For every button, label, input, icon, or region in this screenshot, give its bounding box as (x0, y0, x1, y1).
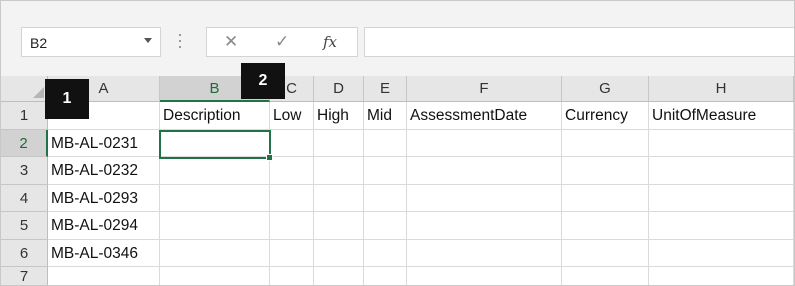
cell-c4[interactable] (270, 185, 314, 212)
cell-f2[interactable] (407, 130, 562, 157)
cell-a6[interactable]: MB-AL-0346 (48, 240, 160, 267)
callout-badge-2: 2 (241, 63, 285, 99)
cell-h7[interactable] (649, 267, 794, 285)
row-header-7[interactable]: 7 (1, 267, 48, 285)
name-box[interactable]: B2 (21, 27, 161, 57)
active-cell-outline (159, 130, 273, 161)
cell-f4[interactable] (407, 185, 562, 212)
row-header-4[interactable]: 4 (1, 185, 48, 212)
worksheet-grid[interactable]: A B C D E F G H 1 Description Low High Mid Assessment… (1, 76, 794, 285)
cell-d1[interactable]: High (314, 102, 364, 130)
cell-b5[interactable] (160, 212, 270, 240)
formula-buttons: ✕ ✓ fx (206, 27, 358, 57)
cell-d5[interactable] (314, 212, 364, 240)
chevron-down-icon[interactable] (144, 38, 152, 43)
cell-f5[interactable] (407, 212, 562, 240)
cell-f7[interactable] (407, 267, 562, 285)
cell-h1[interactable]: UnitOfMeasure (649, 102, 794, 130)
cell-b4[interactable] (160, 185, 270, 212)
cell-e4[interactable] (364, 185, 407, 212)
row-header-6[interactable]: 6 (1, 240, 48, 267)
name-box-value: B2 (30, 35, 48, 51)
cell-c5[interactable] (270, 212, 314, 240)
cell-d6[interactable] (314, 240, 364, 267)
cell-e7[interactable] (364, 267, 407, 285)
cell-d2[interactable] (314, 130, 364, 157)
cell-g1[interactable]: Currency (562, 102, 649, 130)
cell-c7[interactable] (270, 267, 314, 285)
cell-e5[interactable] (364, 212, 407, 240)
cell-h6[interactable] (649, 240, 794, 267)
cell-a3[interactable]: MB-AL-0232 (48, 157, 160, 185)
cell-b1[interactable]: Description (160, 102, 270, 130)
column-header-f[interactable]: F (407, 76, 562, 102)
cell-a5[interactable]: MB-AL-0294 (48, 212, 160, 240)
cell-g3[interactable] (562, 157, 649, 185)
cell-c2[interactable] (270, 130, 314, 157)
cell-g7[interactable] (562, 267, 649, 285)
cell-h3[interactable] (649, 157, 794, 185)
cell-h2[interactable] (649, 130, 794, 157)
row-header-3[interactable]: 3 (1, 157, 48, 185)
cell-h4[interactable] (649, 185, 794, 212)
cell-g6[interactable] (562, 240, 649, 267)
column-header-g[interactable]: G (562, 76, 649, 102)
row-header-5[interactable]: 5 (1, 212, 48, 240)
cell-c3[interactable] (270, 157, 314, 185)
cell-c6[interactable] (270, 240, 314, 267)
drag-handle-icon[interactable] (179, 34, 181, 48)
cell-e3[interactable] (364, 157, 407, 185)
cell-d7[interactable] (314, 267, 364, 285)
cell-f1[interactable]: AssessmentDate (407, 102, 562, 130)
cell-a4[interactable]: MB-AL-0293 (48, 185, 160, 212)
cell-c1[interactable]: Low (270, 102, 314, 130)
checkmark-icon[interactable]: ✓ (275, 32, 289, 52)
cell-d3[interactable] (314, 157, 364, 185)
row-header-2[interactable]: 2 (1, 130, 48, 157)
cell-f6[interactable] (407, 240, 562, 267)
insert-function-icon[interactable]: fx (323, 33, 337, 51)
cell-b7[interactable] (160, 267, 270, 285)
cell-b6[interactable] (160, 240, 270, 267)
cell-g4[interactable] (562, 185, 649, 212)
cell-a2[interactable]: MB-AL-0231 (48, 130, 160, 157)
close-icon[interactable]: ✕ (224, 32, 238, 52)
cell-e2[interactable] (364, 130, 407, 157)
select-all-corner[interactable] (1, 76, 48, 102)
column-header-h[interactable]: H (649, 76, 794, 102)
cell-h5[interactable] (649, 212, 794, 240)
spreadsheet-window: B2 ✕ ✓ fx A B C D E F G H 1 Description Low High Mid… (0, 0, 795, 286)
cell-f3[interactable] (407, 157, 562, 185)
column-header-d[interactable]: D (314, 76, 364, 102)
cell-e6[interactable] (364, 240, 407, 267)
callout-badge-1: 1 (45, 79, 89, 119)
formula-bar-area: B2 ✕ ✓ fx (1, 1, 794, 71)
cell-a7[interactable] (48, 267, 160, 285)
row-header-1[interactable]: 1 (1, 102, 48, 130)
cell-g5[interactable] (562, 212, 649, 240)
cell-g2[interactable] (562, 130, 649, 157)
formula-input[interactable] (364, 27, 794, 57)
column-header-e[interactable]: E (364, 76, 407, 102)
cell-b3[interactable] (160, 157, 270, 185)
cell-e1[interactable]: Mid (364, 102, 407, 130)
cell-d4[interactable] (314, 185, 364, 212)
